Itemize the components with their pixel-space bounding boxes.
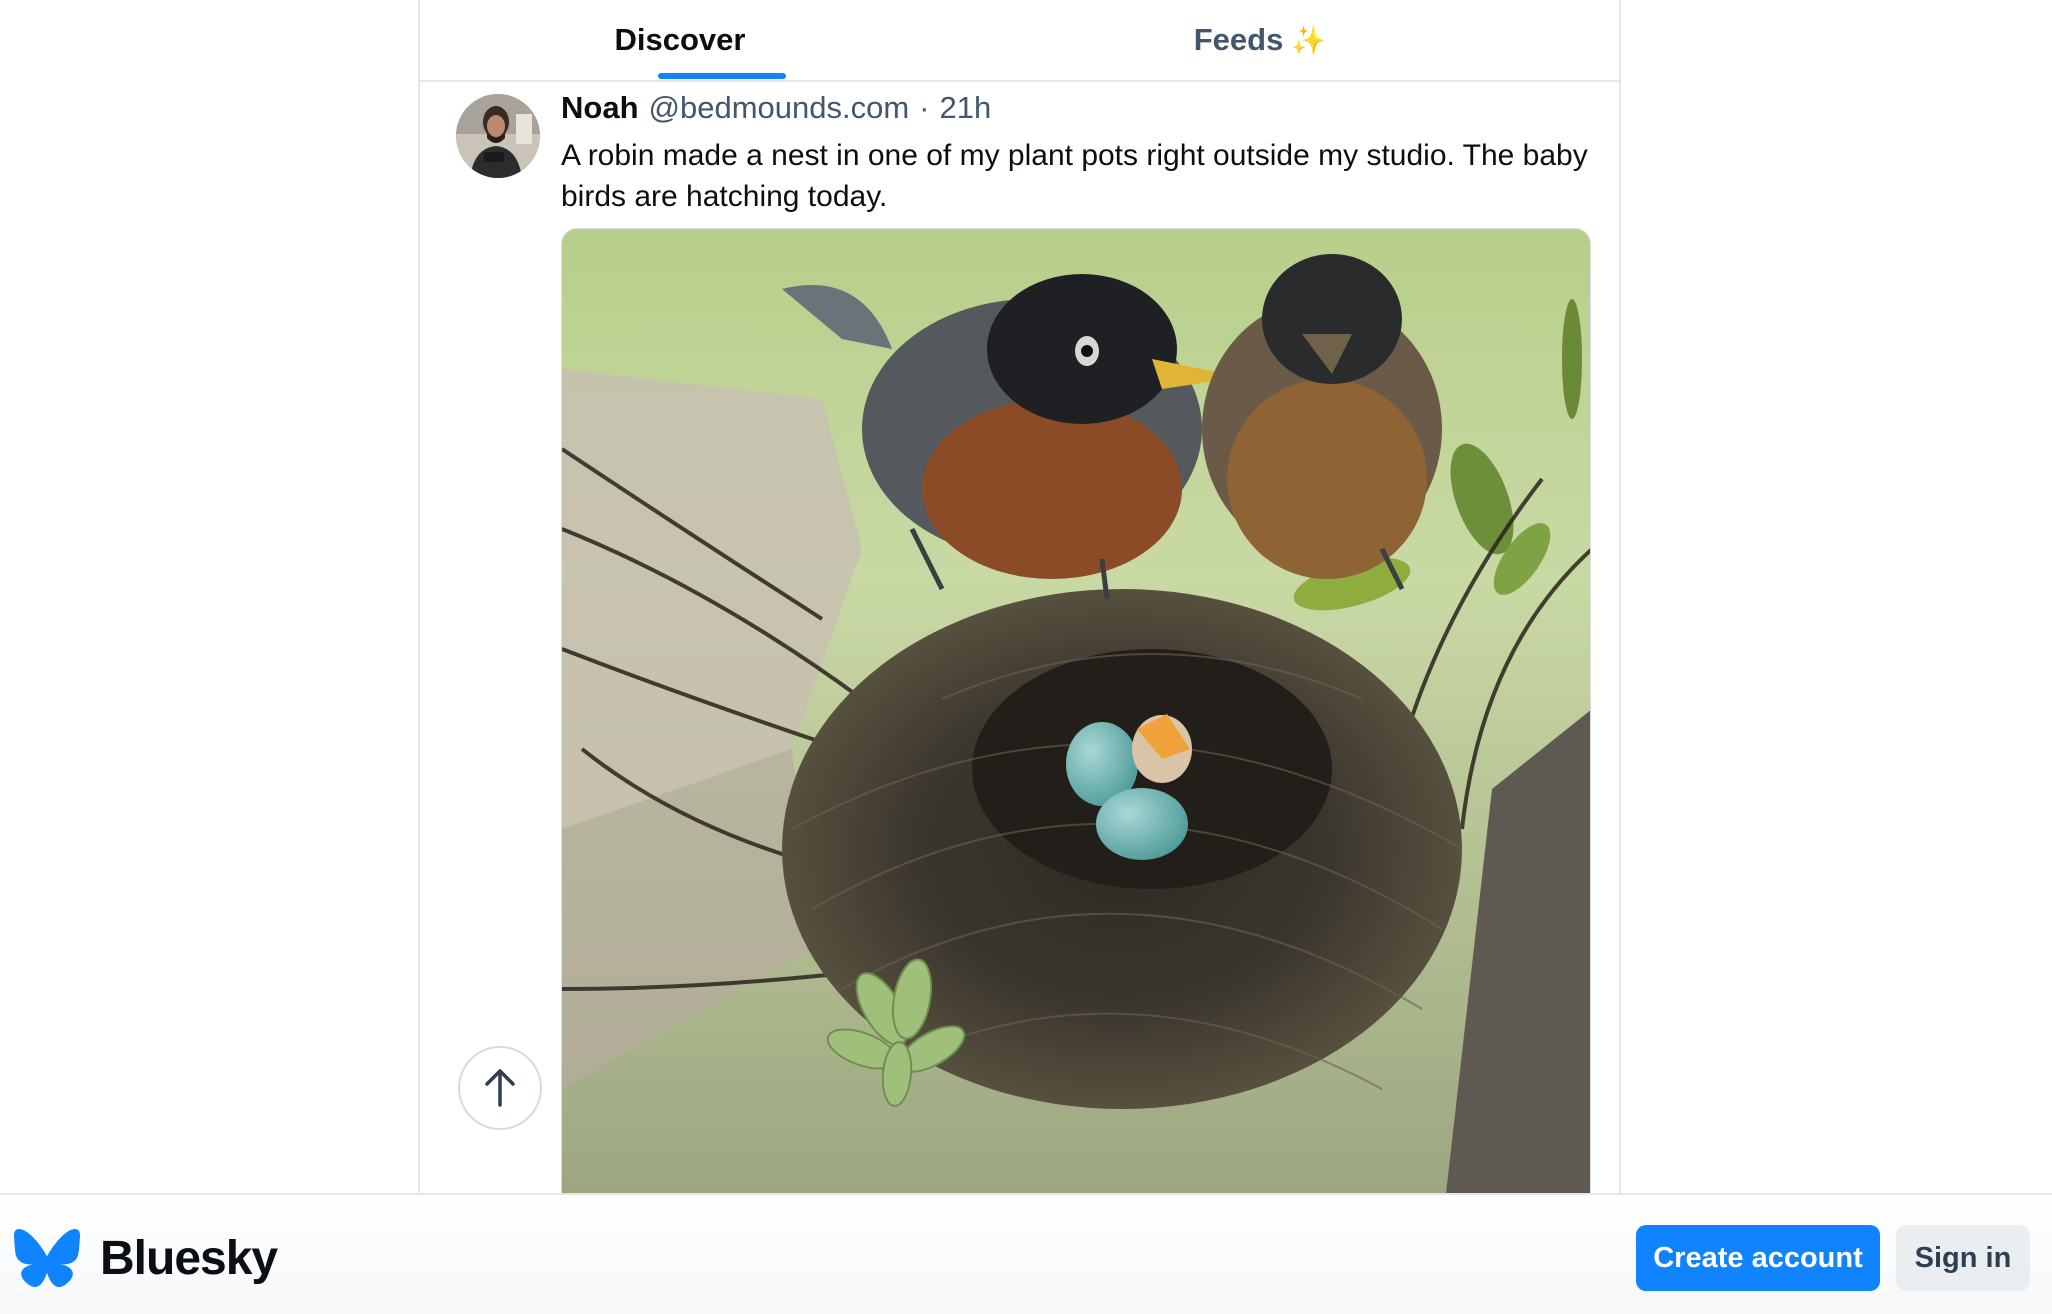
scroll-to-top-button[interactable] xyxy=(458,1046,542,1130)
tab-feeds[interactable]: Feeds ✨ xyxy=(1160,0,1360,80)
feed-column: Discover Feeds ✨ Noah @bedmounds.com · 2… xyxy=(418,0,1621,1314)
post-header: Noah @bedmounds.com · 21h xyxy=(561,90,991,134)
separator-dot: · xyxy=(919,90,930,125)
feed-tab-bar: Discover Feeds ✨ xyxy=(420,0,1619,82)
create-account-button[interactable]: Create account xyxy=(1636,1225,1880,1291)
post-text: A robin made a nest in one of my plant p… xyxy=(561,139,1588,213)
bottom-bar: Bluesky Create account Sign in xyxy=(0,1193,2052,1314)
active-tab-indicator xyxy=(658,73,786,79)
tab-discover-label: Discover xyxy=(614,22,746,57)
author-handle[interactable]: @bedmounds.com xyxy=(649,90,910,126)
tab-discover[interactable]: Discover xyxy=(580,0,780,80)
sign-in-button[interactable]: Sign in xyxy=(1896,1225,2030,1291)
author-avatar[interactable] xyxy=(456,94,540,178)
tab-feeds-label: Feeds xyxy=(1193,22,1284,57)
sparkle-icon: ✨ xyxy=(1291,24,1327,56)
author-name[interactable]: Noah xyxy=(561,90,639,126)
butterfly-icon[interactable] xyxy=(14,1229,80,1292)
arrow-up-icon xyxy=(485,1069,515,1107)
post-image[interactable] xyxy=(561,228,1591,1228)
post-timestamp[interactable]: 21h xyxy=(939,90,991,126)
brand-name: Bluesky xyxy=(100,1232,278,1285)
